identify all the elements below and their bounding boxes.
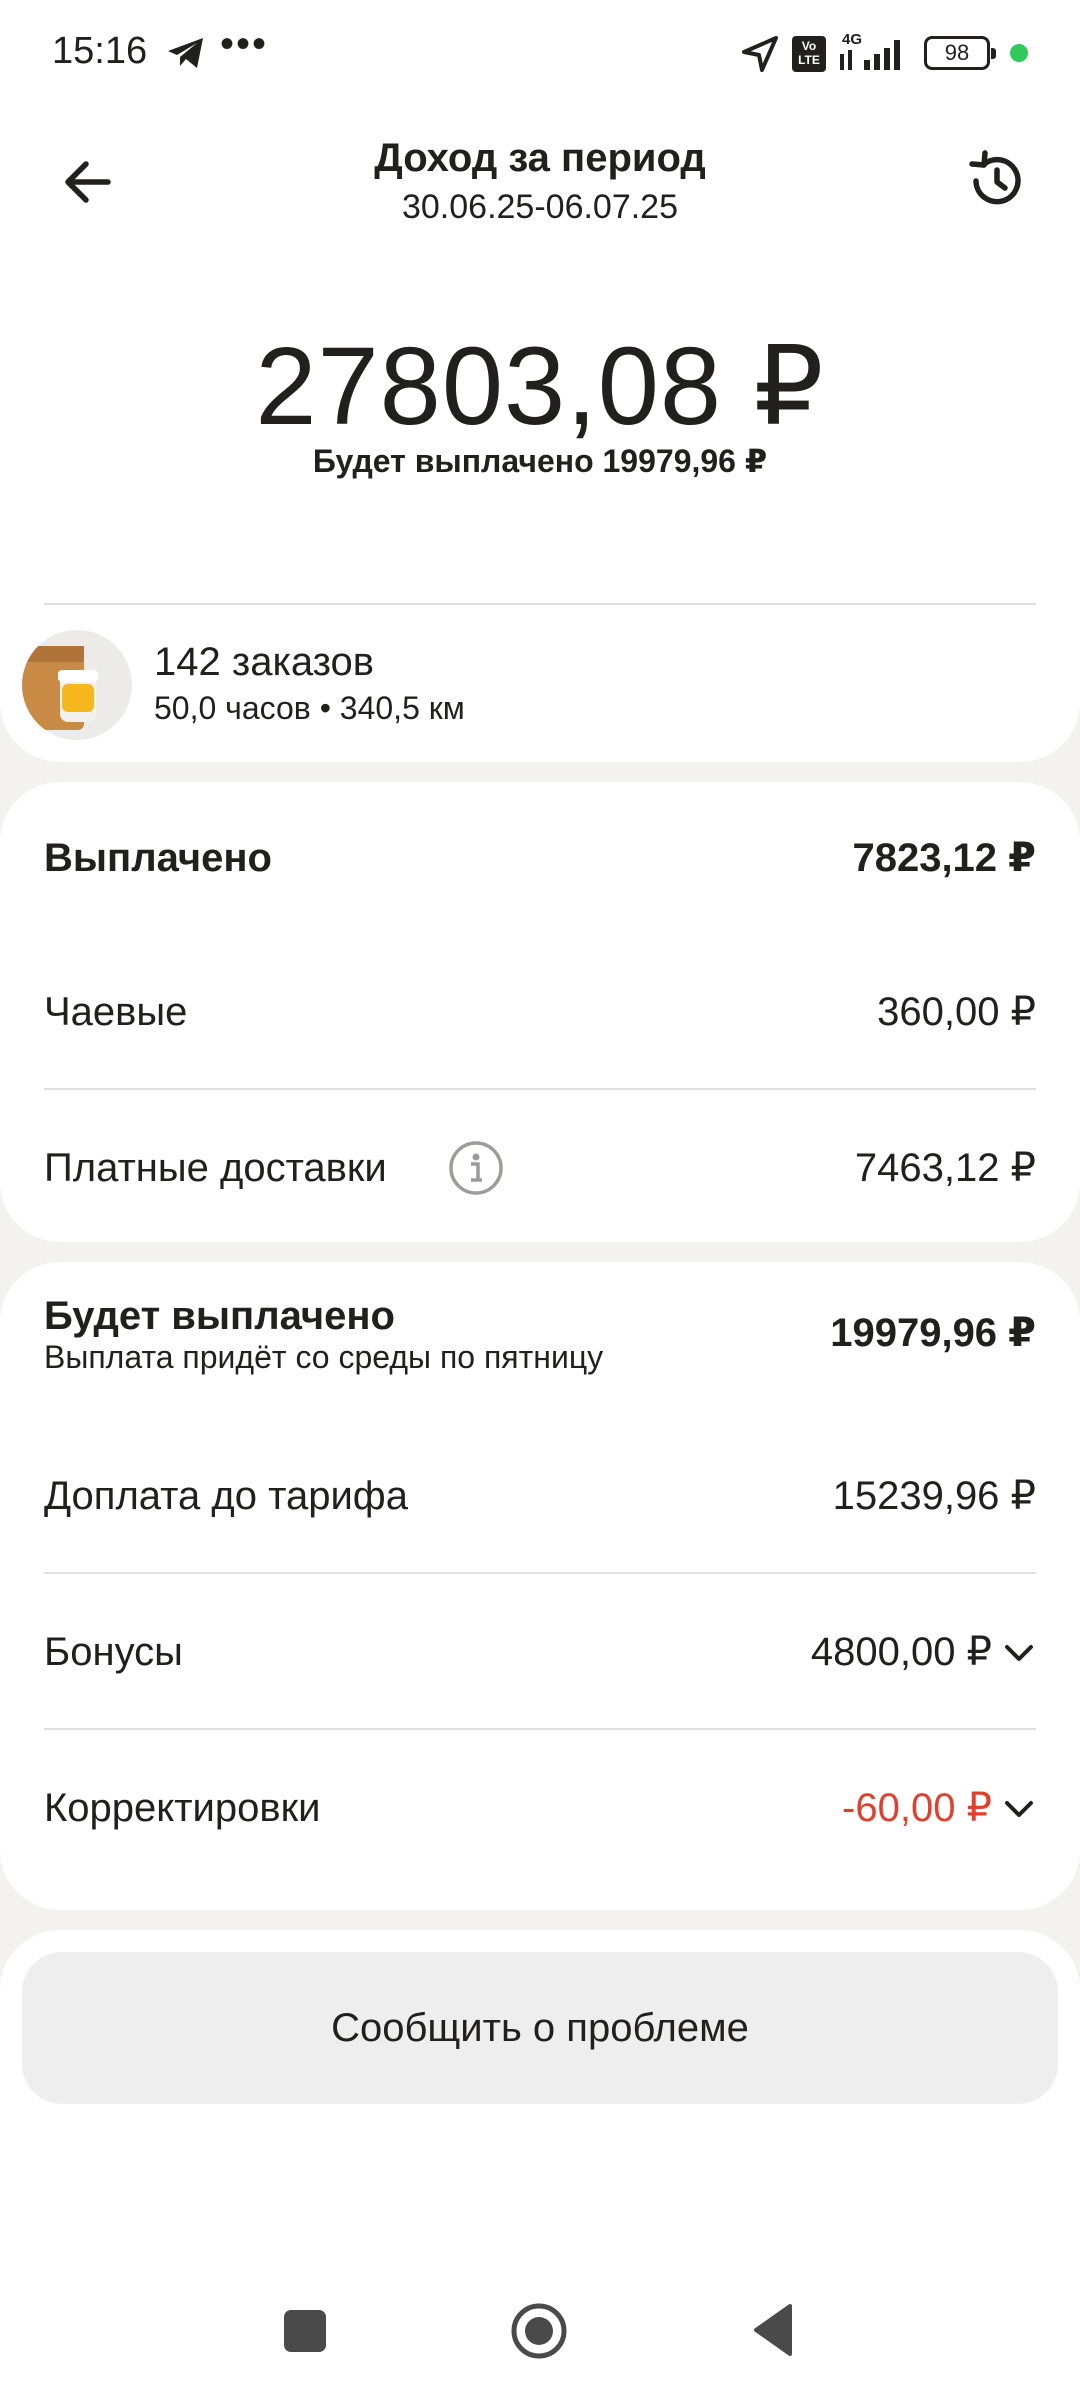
- paid-total-row: Выплачено 7823,12 ₽: [44, 818, 1036, 898]
- orders-count: 142 заказов: [154, 640, 374, 684]
- orders-box-illustration-icon: [22, 630, 132, 740]
- tips-row: Чаевые 360,00 ₽: [44, 972, 1036, 1052]
- paid-section-card: Выплачено 7823,12 ₽ Чаевые 360,00 ₽ Плат…: [0, 782, 1080, 1242]
- future-title: Будет выплачено: [44, 1294, 395, 1338]
- location-arrow-icon: [742, 36, 778, 72]
- volte-icon: Vo LTE: [792, 36, 826, 72]
- bonuses-label: Бонусы: [44, 1629, 183, 1674]
- privacy-indicator-dot: [1010, 44, 1028, 62]
- chevron-down-icon[interactable]: [1002, 1636, 1036, 1670]
- bonuses-row[interactable]: Бонусы 4800,00 ₽: [44, 1612, 1036, 1692]
- paid-deliveries-row: Платные доставки 7463,12 ₽: [44, 1128, 1036, 1208]
- future-title-block: Будет выплачено Выплата придёт со среды …: [44, 1294, 603, 1376]
- corrections-row[interactable]: Корректировки -60,00 ₽: [44, 1768, 1036, 1848]
- bonuses-value: 4800,00 ₽: [810, 1630, 992, 1674]
- page-title: Доход за период: [374, 136, 706, 180]
- divider: [44, 1728, 1036, 1730]
- status-bar: 15:16 ••• Vo LTE 4G 98: [0, 0, 1080, 110]
- orders-hours-distance: 50,0 часов • 340,5 км: [154, 690, 465, 726]
- back-triangle-icon[interactable]: [750, 2302, 794, 2358]
- divider: [44, 1572, 1036, 1574]
- telegram-icon: [168, 38, 203, 68]
- divider: [44, 1088, 1036, 1090]
- system-navigation-bar: [0, 2270, 1080, 2400]
- future-subtitle: Выплата придёт со среды по пятницу: [44, 1339, 604, 1375]
- corrections-label: Корректировки: [44, 1785, 321, 1830]
- tariff-topup-value: 15239,96 ₽: [832, 1474, 1036, 1518]
- corrections-value: -60,00 ₽: [842, 1786, 992, 1830]
- paid-total-value: 7823,12 ₽: [852, 836, 1036, 880]
- svg-text:4G: 4G: [842, 31, 862, 48]
- will-be-paid-summary: Будет выплачено 19979,96 ₽: [312, 443, 768, 479]
- chevron-down-icon[interactable]: [1002, 1792, 1036, 1826]
- paid-title: Выплачено: [44, 835, 272, 880]
- info-icon[interactable]: [448, 1140, 504, 1196]
- battery-icon: 98: [924, 36, 996, 70]
- paid-deliveries-value: 7463,12 ₽: [854, 1146, 1036, 1190]
- signal-icon: 4G: [840, 31, 900, 70]
- total-income-amount: 27803,08 ₽: [255, 325, 825, 448]
- tariff-topup-label: Доплата до тарифа: [44, 1473, 408, 1518]
- history-icon[interactable]: [964, 148, 1030, 214]
- tips-label: Чаевые: [44, 989, 188, 1034]
- home-icon[interactable]: [510, 2302, 568, 2360]
- status-time: 15:16: [52, 30, 148, 72]
- future-payout-card: Будет выплачено Выплата придёт со среды …: [0, 1262, 1080, 1910]
- divider: [44, 603, 1036, 605]
- period-dates[interactable]: 30.06.25-06.07.25: [0, 188, 1080, 227]
- report-problem-button[interactable]: Сообщить о проблеме: [22, 1952, 1058, 2104]
- future-total-value: 19979,96 ₽: [830, 1311, 1036, 1355]
- orders-summary-row[interactable]: 142 заказов 50,0 часов • 340,5 км: [0, 620, 1080, 760]
- tariff-topup-row: Доплата до тарифа 15239,96 ₽: [44, 1456, 1036, 1536]
- recent-apps-icon[interactable]: [284, 2310, 326, 2352]
- tips-value: 360,00 ₽: [877, 990, 1036, 1034]
- more-notifications-icon: •••: [220, 22, 269, 66]
- paid-deliveries-label: Платные доставки: [44, 1145, 387, 1190]
